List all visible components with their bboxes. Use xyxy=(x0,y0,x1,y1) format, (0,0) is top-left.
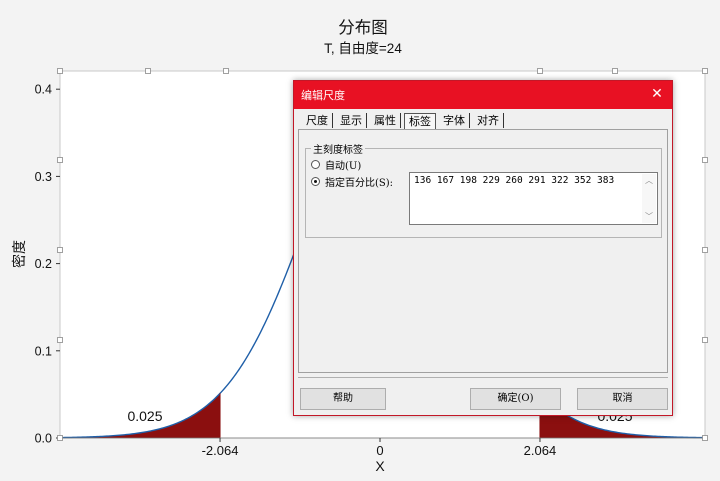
ok-button[interactable]: 确定(O) xyxy=(470,388,561,410)
radio-auto-button[interactable] xyxy=(311,160,320,169)
dialog-title: 编辑尺度 xyxy=(301,89,345,102)
radio-auto[interactable]: 自动(U) xyxy=(311,157,361,172)
chart-title: 分布图 xyxy=(338,18,388,37)
radio-percentiles-button[interactable] xyxy=(311,177,320,186)
y-tick-label-4: 0.4 xyxy=(35,83,52,97)
selection-handle-7[interactable] xyxy=(57,247,63,253)
chart-subtitle: T, 自由度=24 xyxy=(324,41,402,56)
tab-font[interactable]: 字体 xyxy=(439,113,470,128)
selection-handle-0[interactable] xyxy=(57,68,63,74)
dialog-title-bar[interactable]: 编辑尺度 ✕ xyxy=(294,81,672,109)
cancel-button[interactable]: 取消 xyxy=(577,388,668,410)
tab-panel-labels: 主刻度标签 自动(U) 指定百分比(S): xyxy=(298,129,668,373)
selection-handle-8[interactable] xyxy=(57,337,63,343)
tab-alignment[interactable]: 对齐 xyxy=(473,113,504,128)
percentiles-value: 136 167 198 229 260 291 322 352 383 xyxy=(414,175,615,186)
group-label: 主刻度标签 xyxy=(311,141,365,156)
radio-percentiles-label: 指定百分比(S): xyxy=(325,178,394,189)
selection-handle-3[interactable] xyxy=(537,68,543,74)
selection-handle-4[interactable] xyxy=(612,68,618,74)
x-axis-label: X xyxy=(375,458,385,474)
selection-handle-13[interactable] xyxy=(702,435,708,441)
tab-scale[interactable]: 尺度 xyxy=(302,113,333,128)
radio-percentiles[interactable]: 指定百分比(S): xyxy=(311,174,393,189)
edit-scale-dialog: 编辑尺度 ✕ 尺度 显示 属性 标签 字体 对齐 主刻度标签 自动(U) 指定百… xyxy=(293,80,673,416)
dialog-tabs: 尺度 显示 属性 标签 字体 对齐 xyxy=(302,113,507,129)
selection-handle-11[interactable] xyxy=(702,337,708,343)
y-tick-label-0: 0.0 xyxy=(35,432,52,446)
selection-handle-1[interactable] xyxy=(145,68,151,74)
tab-show[interactable]: 显示 xyxy=(336,113,367,128)
help-button[interactable]: 帮助 xyxy=(300,388,386,410)
left-tail-label: 0.025 xyxy=(127,408,162,424)
percentiles-textarea[interactable]: 136 167 198 229 260 291 322 352 383 ︿ ﹀ xyxy=(409,172,658,225)
y-tick-label-1: 0.1 xyxy=(35,344,52,358)
tab-labels[interactable]: 标签 xyxy=(404,113,436,129)
radio-auto-label: 自动(U) xyxy=(325,161,362,172)
selection-handle-10[interactable] xyxy=(702,247,708,253)
tab-attributes[interactable]: 属性 xyxy=(370,113,401,128)
y-axis-label: 密度 xyxy=(11,240,27,268)
y-tick-label-3: 0.3 xyxy=(35,170,52,184)
selection-handle-2[interactable] xyxy=(223,68,229,74)
x-tick-label-1: 0 xyxy=(376,443,383,458)
selection-handle-12[interactable] xyxy=(57,435,63,441)
selection-handle-9[interactable] xyxy=(702,157,708,163)
textarea-scrollbar[interactable]: ︿ ﹀ xyxy=(642,174,656,223)
minitab-graph-window: 0.0 0.1 0.2 0.3 0.4 -2.064 0 2.064 分布图 T, 自由度=24 X… xyxy=(0,0,720,481)
scroll-up-icon[interactable]: ︿ xyxy=(645,175,653,186)
close-icon[interactable]: ✕ xyxy=(648,85,666,103)
scroll-down-icon[interactable]: ﹀ xyxy=(645,211,653,222)
x-tick-label-2: 2.064 xyxy=(524,443,557,458)
selection-handle-5[interactable] xyxy=(702,68,708,74)
dialog-divider xyxy=(298,377,668,378)
x-tick-label-0: -2.064 xyxy=(202,443,239,458)
y-tick-label-2: 0.2 xyxy=(35,257,52,271)
selection-handle-6[interactable] xyxy=(57,157,63,163)
